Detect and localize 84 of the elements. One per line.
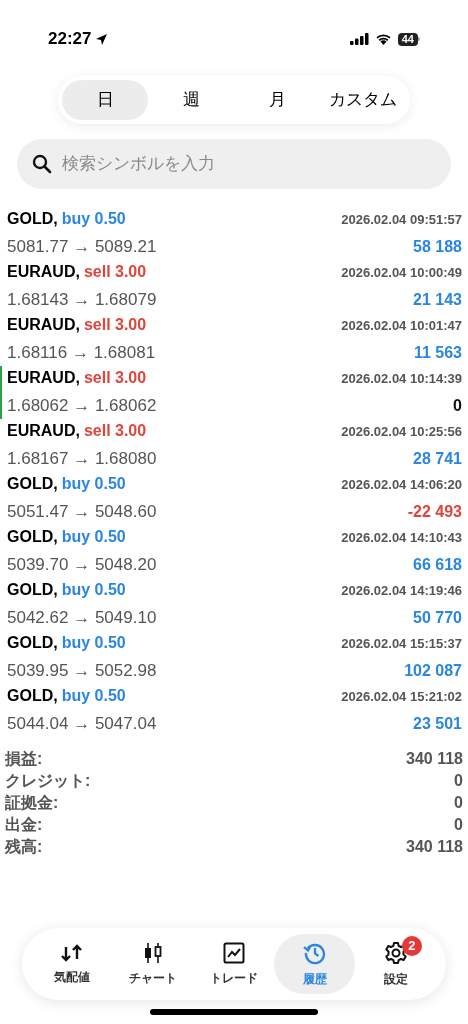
line-chart-icon: [223, 941, 245, 964]
deal-profit: 0: [453, 396, 462, 417]
summary-label: 残高:: [5, 837, 43, 857]
summary-label: 証拠金:: [5, 793, 59, 813]
deal-order: buy 0.50: [61, 527, 126, 548]
deal-time: 2026.02.04 14:10:43: [341, 529, 462, 548]
summary-value: 340 118: [406, 837, 463, 857]
settings-icon: [383, 940, 408, 965]
tab-bar-item[interactable]: トレード: [193, 934, 275, 994]
tab-bar-item[interactable]: 設定 2: [355, 934, 436, 994]
deal-profit: 28 741: [413, 449, 462, 470]
deal-profit: 21 143: [413, 290, 462, 311]
summary-value: 0: [454, 815, 463, 835]
search-icon: [32, 154, 52, 174]
deal-profit: 66 618: [413, 555, 462, 576]
deal-prices: 1.68167 → 1.68080: [7, 448, 157, 471]
deal-prices: 1.68062 → 1.68062: [7, 395, 157, 418]
summary-label: 出金:: [5, 815, 43, 835]
deal-prices: 5039.70 → 5048.20: [7, 554, 157, 577]
deal-order: sell 3.00: [83, 262, 147, 283]
deal-order: sell 3.00: [83, 368, 147, 389]
period-tab[interactable]: カスタム: [320, 80, 406, 120]
summary-label: 損益:: [5, 749, 43, 769]
deal-profit: -22 493: [407, 502, 462, 523]
deal-row[interactable]: GOLD, buy 0.50 2026.02.04 15:21:02 5044.04 → 5047.04 23 501: [0, 684, 468, 737]
deal-symbol: GOLD,: [7, 633, 58, 654]
deal-time: 2026.02.04 14:06:20: [341, 476, 462, 495]
deal-prices: 5039.95 → 5052.98: [7, 660, 157, 683]
deal-time: 2026.02.04 09:51:57: [341, 211, 462, 230]
deal-order: buy 0.50: [61, 686, 126, 707]
deal-prices: 5042.62 → 5049.10: [7, 607, 157, 630]
deal-prices: 5044.04 → 5047.04: [7, 713, 157, 736]
deal-profit: 50 770: [413, 608, 462, 629]
deal-time: 2026.02.04 15:21:02: [341, 688, 462, 707]
deal-order: sell 3.00: [83, 315, 147, 336]
battery-icon: 44: [397, 32, 420, 46]
deal-time: 2026.02.04 10:00:49: [341, 264, 462, 283]
deal-order: buy 0.50: [61, 633, 126, 654]
deal-order: buy 0.50: [61, 474, 126, 495]
deal-symbol: GOLD,: [7, 580, 58, 601]
deal-order: buy 0.50: [61, 580, 126, 601]
signal-icon: [349, 33, 369, 45]
deal-time: 2026.02.04 14:19:46: [341, 582, 462, 601]
wifi-icon: [374, 33, 392, 45]
deal-symbol: GOLD,: [7, 527, 58, 548]
deal-order: sell 3.00: [83, 421, 147, 442]
deal-profit: 11 563: [413, 343, 462, 364]
deal-time: 2026.02.04 15:15:37: [341, 635, 462, 654]
deal-symbol: EURAUD,: [7, 262, 80, 283]
deal-prices: 5081.77 → 5089.21: [7, 236, 157, 259]
period-tab[interactable]: 週: [148, 80, 234, 120]
deal-symbol: EURAUD,: [7, 315, 80, 336]
period-tab[interactable]: 月: [234, 80, 320, 120]
period-tab[interactable]: 日: [62, 80, 148, 120]
deal-symbol: EURAUD,: [7, 368, 80, 389]
deal-prices: 1.68116 → 1.68081: [7, 342, 156, 365]
notification-badge: 2: [402, 936, 422, 956]
deal-symbol: GOLD,: [7, 209, 58, 230]
deal-time: 2026.02.04 10:01:47: [341, 317, 462, 336]
location-icon: [95, 32, 109, 46]
summary-value: 340 118: [406, 749, 463, 769]
deal-row[interactable]: GOLD, buy 0.50 2026.02.04 09:51:57 5081.77 → 5089.21 58 188: [0, 207, 468, 260]
deal-symbol: GOLD,: [7, 686, 58, 707]
deal-symbol: GOLD,: [7, 474, 58, 495]
deal-symbol: EURAUD,: [7, 421, 80, 442]
summary-value: 0: [454, 793, 463, 813]
deal-profit: 23 501: [413, 714, 462, 735]
deal-profit: 102 087: [404, 661, 462, 682]
deal-prices: 5051.47 → 5048.60: [7, 501, 157, 524]
deal-row[interactable]: EURAUD, sell 3.00 2026.02.04 10:01:47 1.68116 → 1.68081 11 563: [0, 313, 468, 366]
summary-value: 0: [454, 771, 463, 791]
tab-bar-item[interactable]: チャート: [112, 934, 194, 994]
summary-label: クレジット:: [5, 771, 91, 791]
deal-time: 2026.02.04 10:25:56: [341, 423, 462, 442]
deal-row[interactable]: GOLD, buy 0.50 2026.02.04 14:06:20 5051.47 → 5048.60 -22 493: [0, 472, 468, 525]
deal-time: 2026.02.04 10:14:39: [341, 370, 462, 389]
deal-row[interactable]: EURAUD, sell 3.00 2026.02.04 10:14:39 1.68062 → 1.68062 0: [0, 366, 468, 419]
status-time: 22:27: [48, 28, 92, 51]
deal-prices: 1.68143 → 1.68079: [7, 289, 157, 312]
deal-order: buy 0.50: [61, 209, 126, 230]
deal-profit: 58 188: [413, 237, 462, 258]
tab-bar-item[interactable]: 気配値: [32, 934, 113, 994]
deal-row[interactable]: EURAUD, sell 3.00 2026.02.04 10:00:49 1.68143 → 1.68079 21 143: [0, 260, 468, 313]
search-field[interactable]: 検索シンボルを入力: [17, 139, 451, 189]
